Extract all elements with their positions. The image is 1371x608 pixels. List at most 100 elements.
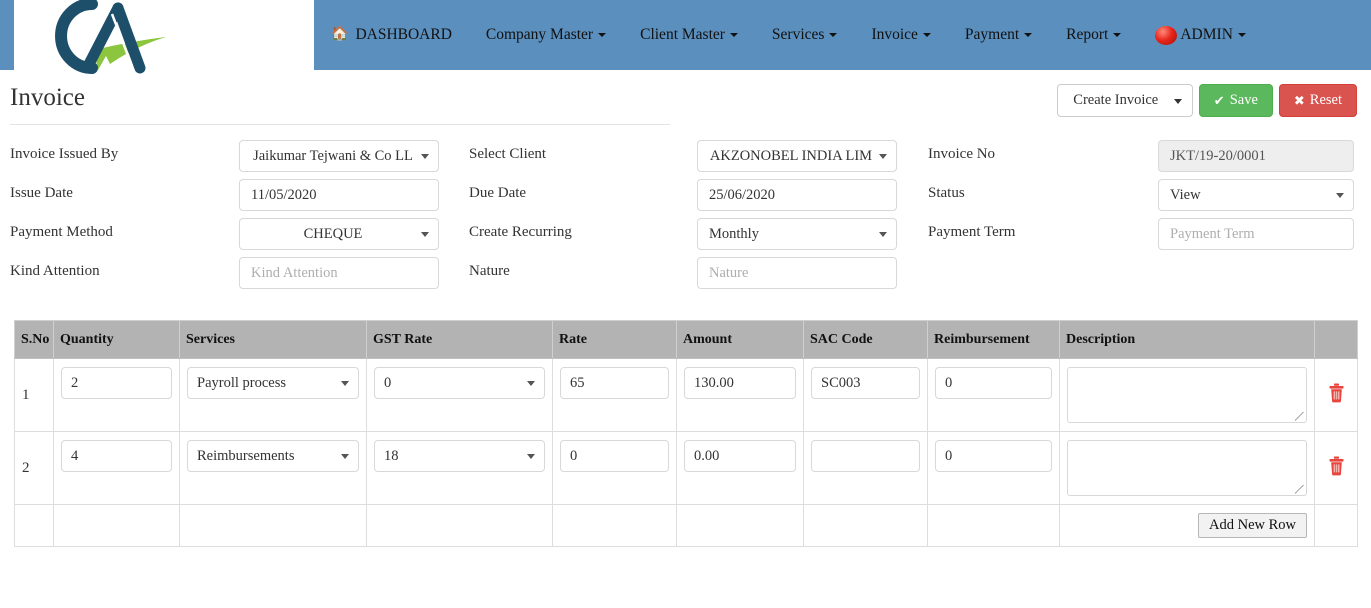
cell-quantity: 4 [53, 431, 180, 505]
due-date-value: 25/06/2020 [709, 186, 776, 203]
main-navbar: 🏠 DASHBOARD Company Master Client Master… [314, 0, 1371, 70]
select-client-select[interactable]: AKZONOBEL INDIA LIM [697, 140, 897, 172]
nav-item-payment[interactable]: Payment [948, 0, 1049, 70]
footer-cell-quantity [53, 504, 180, 547]
rate-value: 65 [570, 374, 585, 391]
rate-value: 0 [570, 447, 578, 464]
col-header-rate: Rate [552, 320, 677, 359]
chevron-down-icon [341, 454, 349, 459]
amount-input-row-2[interactable]: 0.00 [684, 440, 796, 472]
nav-label: Report [1066, 26, 1109, 43]
nav-item-dashboard[interactable]: 🏠 DASHBOARD [314, 0, 469, 70]
nav-item-invoice[interactable]: Invoice [854, 0, 947, 70]
sac-code-input-row-1[interactable]: SC003 [811, 367, 920, 399]
quantity-input-row-1[interactable]: 2 [61, 367, 172, 399]
label-status: Status [928, 185, 965, 201]
kind-attention-placeholder: Kind Attention [251, 264, 338, 281]
rate-input-row-2[interactable]: 0 [560, 440, 669, 472]
invoice-issued-by-select[interactable]: Jaikumar Tejwani & Co LL [239, 140, 439, 172]
create-invoice-select[interactable]: Create Invoice [1056, 84, 1193, 117]
services-select-row-2[interactable]: Reimbursements [187, 440, 359, 472]
user-avatar-icon [1155, 25, 1178, 45]
nav-item-services[interactable]: Services [755, 0, 855, 70]
nav-label: ADMIN [1180, 26, 1233, 43]
services-value: Payroll process [197, 374, 286, 391]
reset-button-label: Reset [1309, 92, 1342, 108]
chevron-down-icon [1113, 33, 1122, 37]
gst-rate-value: 18 [384, 447, 399, 464]
footer-cell-add-row: Add New Row [1059, 504, 1315, 547]
col-header-reimbursement: Reimbursement [927, 320, 1060, 359]
cell-amount: 0.00 [676, 431, 804, 505]
nature-input[interactable]: Nature [697, 257, 897, 289]
amount-value: 130.00 [694, 374, 734, 391]
nav-item-report[interactable]: Report [1049, 0, 1138, 70]
status-select[interactable]: View [1158, 179, 1354, 211]
gst-rate-select-row-1[interactable]: 0 [374, 367, 545, 399]
create-recurring-select[interactable]: Monthly [697, 218, 897, 250]
trash-icon[interactable] [1328, 383, 1345, 408]
navbar-items: 🏠 DASHBOARD Company Master Client Master… [314, 0, 1371, 70]
gst-rate-select-row-2[interactable]: 18 [374, 440, 545, 472]
services-value: Reimbursements [197, 447, 295, 464]
resize-handle-icon[interactable] [1295, 485, 1304, 494]
reimbursement-input-row-2[interactable]: 0 [935, 440, 1052, 472]
nav-label: Invoice [871, 26, 918, 43]
col-header-gst-rate: GST Rate [366, 320, 553, 359]
label-invoice-no: Invoice No [928, 146, 996, 162]
ca-monogram-icon [55, 0, 166, 74]
invoice-no-value: JKT/19-20/0001 [1170, 147, 1266, 164]
reset-button[interactable]: ✖ Reset [1278, 84, 1357, 117]
payment-method-select[interactable]: CHEQUE [239, 218, 439, 250]
footer-cell-rate [552, 504, 677, 547]
description-textarea-row-1[interactable] [1067, 367, 1307, 423]
nav-item-company-master[interactable]: Company Master [469, 0, 623, 70]
kind-attention-input[interactable]: Kind Attention [239, 257, 439, 289]
col-header-actions [1314, 320, 1358, 359]
footer-cell-gst-rate [366, 504, 553, 547]
nav-item-admin[interactable]: ADMIN [1138, 0, 1263, 70]
cell-description [1059, 358, 1315, 432]
check-icon: ✔ [1213, 92, 1225, 108]
sac-code-input-row-2[interactable] [811, 440, 920, 472]
label-kind-attention: Kind Attention [10, 263, 100, 279]
reimbursement-value: 0 [945, 374, 953, 391]
nav-label: Services [771, 26, 825, 43]
page-title: Invoice [10, 84, 85, 111]
col-header-sac-code: SAC Code [803, 320, 928, 359]
save-button-label: Save [1229, 92, 1258, 108]
cell-sac-code: SC003 [803, 358, 928, 432]
table-row: 2 4 Reimbursements 18 0 0.00 0 [14, 431, 1358, 505]
services-select-row-1[interactable]: Payroll process [187, 367, 359, 399]
chevron-down-icon [421, 154, 429, 159]
cell-reimbursement: 0 [927, 358, 1060, 432]
cell-rate: 0 [552, 431, 677, 505]
trash-icon[interactable] [1328, 456, 1345, 481]
col-header-services: Services [179, 320, 367, 359]
reimbursement-input-row-1[interactable]: 0 [935, 367, 1052, 399]
nav-item-client-master[interactable]: Client Master [623, 0, 755, 70]
description-textarea-row-2[interactable] [1067, 440, 1307, 496]
brand-logo[interactable] [14, 0, 314, 74]
footer-cell-amount [676, 504, 804, 547]
due-date-input[interactable]: 25/06/2020 [697, 179, 897, 211]
label-create-recurring: Create Recurring [469, 224, 572, 240]
table-row: 1 2 Payroll process 0 65 130.00 SC003 0 [14, 358, 1358, 432]
nav-label: Client Master [640, 26, 725, 43]
nav-label: DASHBOARD [355, 26, 452, 43]
save-button[interactable]: ✔ Save [1198, 84, 1273, 117]
create-invoice-label: Create Invoice [1073, 92, 1159, 108]
issue-date-input[interactable]: 11/05/2020 [239, 179, 439, 211]
chevron-down-icon [1336, 193, 1344, 198]
quantity-input-row-2[interactable]: 4 [61, 440, 172, 472]
issue-date-value: 11/05/2020 [251, 186, 317, 203]
amount-input-row-1[interactable]: 130.00 [684, 367, 796, 399]
label-payment-term: Payment Term [928, 224, 1016, 240]
chevron-down-icon [1024, 33, 1033, 37]
add-new-row-button[interactable]: Add New Row [1198, 513, 1307, 538]
col-header-description: Description [1059, 320, 1315, 359]
payment-term-input[interactable]: Payment Term [1158, 218, 1354, 250]
resize-handle-icon[interactable] [1295, 412, 1304, 421]
table-footer-row: Add New Row [14, 504, 1358, 547]
rate-input-row-1[interactable]: 65 [560, 367, 669, 399]
